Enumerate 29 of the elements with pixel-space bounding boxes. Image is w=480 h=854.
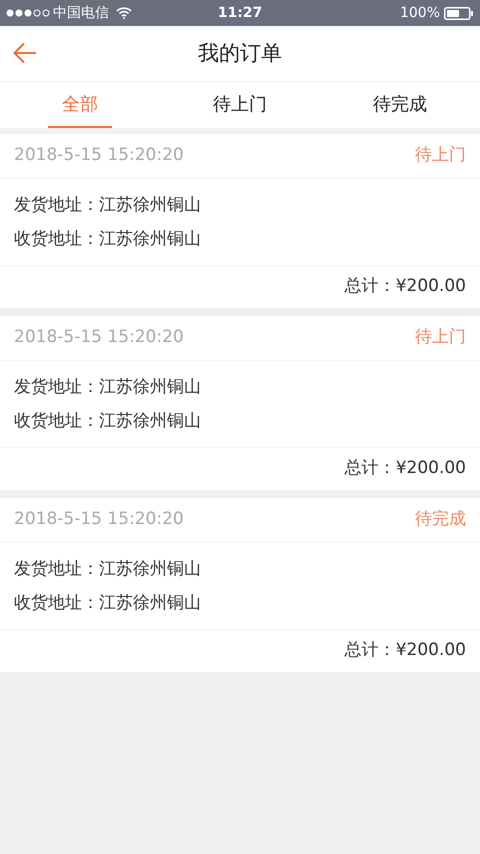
order-total: 总计：¥200.00	[344, 457, 466, 480]
receiver-address: 收货地址：江苏徐州铜山	[14, 410, 202, 433]
wifi-icon	[116, 7, 132, 19]
sender-address: 发货地址：江苏徐州铜山	[14, 194, 202, 217]
order-total: 总计：¥200.00	[344, 275, 466, 298]
sender-address: 发货地址：江苏徐州铜山	[14, 376, 202, 399]
order-card[interactable]: 2018-5-15 15:20:20 待上门 发货地址：江苏徐州铜山 收货地址：江苏徐州铜山 总计：¥200.00	[0, 316, 480, 490]
order-card[interactable]: 2018-5-15 15:20:20 待完成 发货地址：江苏徐州铜山 收货地址：江苏徐州铜山 总计：¥200.00	[0, 498, 480, 672]
order-time: 2018-5-15 15:20:20	[14, 144, 184, 168]
signal-icon	[6, 9, 50, 17]
page-title: 我的订单	[198, 40, 282, 67]
order-status: 待上门	[415, 326, 466, 350]
order-status: 待上门	[415, 144, 466, 168]
sender-address: 发货地址：江苏徐州铜山	[14, 558, 202, 581]
carrier-name: 中国电信	[53, 4, 109, 22]
order-time: 2018-5-15 15:20:20	[14, 326, 184, 350]
tab[interactable]: 待完成	[359, 82, 441, 128]
order-status: 待完成	[415, 508, 466, 532]
clock-time: 11:27	[218, 4, 262, 22]
battery-percent: 100%	[400, 4, 440, 22]
receiver-address: 收货地址：江苏徐州铜山	[14, 592, 202, 615]
order-time: 2018-5-15 15:20:20	[14, 508, 184, 532]
order-card[interactable]: 2018-5-15 15:20:20 待上门 发货地址：江苏徐州铜山 收货地址：江苏徐州铜山 总计：¥200.00	[0, 134, 480, 308]
receiver-address: 收货地址：江苏徐州铜山	[14, 228, 202, 251]
back-arrow-icon	[13, 42, 37, 64]
tab[interactable]: 待上门	[199, 82, 281, 128]
back-button[interactable]	[12, 40, 38, 66]
order-total: 总计：¥200.00	[344, 639, 466, 662]
battery-icon	[444, 6, 474, 20]
